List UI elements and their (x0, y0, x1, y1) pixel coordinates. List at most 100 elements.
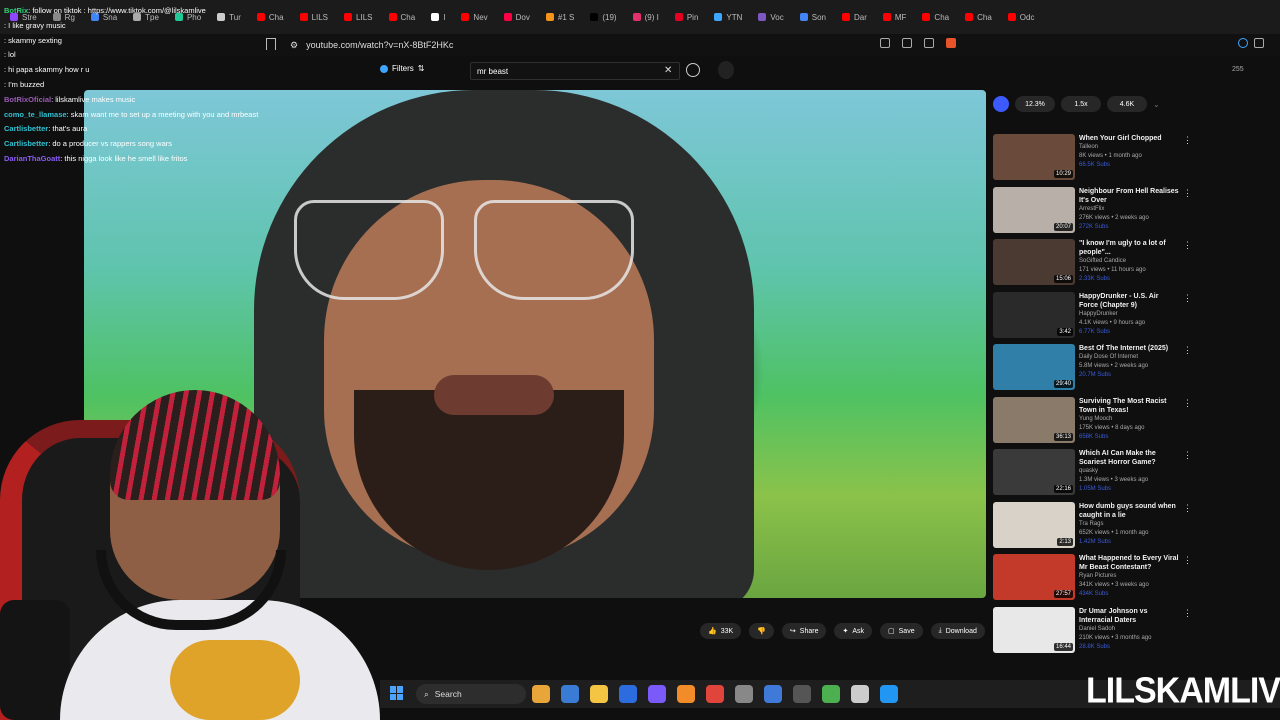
video-thumbnail[interactable]: 29:40 (993, 344, 1075, 390)
browser-tab[interactable]: Cha (916, 6, 955, 28)
video-list-item[interactable]: 16:44 Dr Umar Johnson vs Interracial Date… (993, 606, 1193, 660)
video-channel[interactable]: Tra Rags (1079, 520, 1179, 529)
video-menu-icon[interactable]: ⋮ (1183, 188, 1192, 199)
clear-search-icon[interactable]: ✕ (664, 65, 672, 76)
browser-tab[interactable]: Nev (455, 6, 493, 28)
notification-count[interactable]: 255 (1232, 66, 1244, 73)
video-menu-icon[interactable]: ⋮ (1183, 345, 1192, 356)
video-menu-icon[interactable]: ⋮ (1183, 293, 1192, 304)
filters-button[interactable]: Filters ⇅ (380, 64, 424, 73)
chat-username[interactable]: BotRixOficial (4, 95, 51, 104)
video-list-item[interactable]: 29:40 Best Of The Internet (2025) Daily Do… (993, 344, 1193, 397)
video-title[interactable]: What Happened to Every Viral Mr Beast Co… (1079, 554, 1179, 572)
extension-icon[interactable] (1238, 38, 1248, 48)
video-thumbnail[interactable]: 2:13 (993, 501, 1075, 548)
taskbar-search[interactable]: ⌕ Search (416, 684, 526, 704)
chat-username[interactable]: Cartlisbetter (4, 139, 48, 148)
video-thumbnail[interactable]: 20:07 (993, 186, 1075, 233)
video-title[interactable]: Best Of The Internet (2025) (1079, 344, 1179, 353)
video-thumbnail[interactable]: 16:44 (993, 606, 1075, 653)
browser-tab[interactable]: Dov (498, 6, 536, 28)
browser-tab[interactable]: Voc (752, 6, 789, 28)
video-thumbnail[interactable]: 27:57 (993, 554, 1075, 600)
video-list-item[interactable]: 3:42 HappyDrunker - U.S. Air Force (Chapt… (993, 291, 1193, 345)
taskbar-app-icon[interactable] (532, 685, 550, 703)
video-thumbnail[interactable]: 10:29 (993, 134, 1075, 180)
browser-tab[interactable]: (9) I (627, 6, 665, 28)
video-menu-icon[interactable]: ⋮ (1183, 555, 1192, 566)
video-channel[interactable]: ArrestFlix (1079, 205, 1179, 214)
extension-icon[interactable] (1254, 38, 1264, 48)
video-thumbnail[interactable]: 3:42 (993, 291, 1075, 338)
video-channel[interactable]: Yung Mooch (1079, 415, 1179, 424)
taskbar-app-icon[interactable] (735, 685, 753, 703)
download-button[interactable]: ⤓ Download (930, 623, 985, 639)
video-channel[interactable]: Talleon (1079, 143, 1179, 152)
video-thumbnail[interactable]: 36:13 (993, 396, 1075, 443)
address-bar[interactable]: ⚙ youtube.com/watch?v=nX-8BtF2HKc (290, 37, 453, 53)
video-menu-icon[interactable]: ⋮ (1183, 135, 1192, 146)
video-channel[interactable]: quasky (1079, 467, 1179, 476)
chevron-down-icon[interactable]: ⌄ (1153, 100, 1160, 109)
brave-shield-icon[interactable] (946, 38, 956, 48)
video-menu-icon[interactable]: ⋮ (1183, 450, 1192, 461)
video-title[interactable]: Dr Umar Johnson vs Interracial Daters (1079, 607, 1179, 625)
microphone-icon[interactable] (718, 61, 734, 79)
taskbar-app-icon[interactable] (677, 685, 695, 703)
browser-tab[interactable]: Cha (959, 6, 998, 28)
browser-tab[interactable]: I (425, 6, 451, 28)
video-menu-icon[interactable]: ⋮ (1183, 398, 1192, 409)
video-list-item[interactable]: 27:57 What Happened to Every Viral Mr Bea… (993, 554, 1193, 607)
video-thumbnail[interactable]: 15:06 (993, 239, 1075, 285)
taskbar-app-icon[interactable] (619, 685, 637, 703)
video-menu-icon[interactable]: ⋮ (1183, 240, 1192, 251)
chip[interactable]: 4.6K (1107, 96, 1147, 112)
chat-username[interactable]: Cartlisbetter (4, 124, 48, 133)
search-icon[interactable] (686, 63, 700, 77)
video-title[interactable]: How dumb guys sound when caught in a lie (1079, 502, 1179, 520)
video-title[interactable]: Surviving The Most Racist Town in Texas! (1079, 397, 1179, 415)
chip[interactable]: 1.5x (1061, 96, 1101, 112)
browser-tab[interactable]: LILS (338, 6, 378, 28)
video-channel[interactable]: Daily Dose Of Internet (1079, 353, 1179, 362)
video-title[interactable]: When Your Girl Chopped (1079, 134, 1179, 143)
ask-button[interactable]: ✦ Ask (834, 623, 873, 639)
extension-logo-icon[interactable] (993, 96, 1009, 112)
browser-tab[interactable]: YTN (708, 6, 748, 28)
video-channel[interactable]: SoGifted Candice (1079, 257, 1179, 266)
taskbar-app-icon[interactable] (706, 685, 724, 703)
taskbar-app-icon[interactable] (648, 685, 666, 703)
chat-username[interactable]: BotRix (4, 6, 28, 15)
video-list-item[interactable]: 36:13 Surviving The Most Racist Town in T… (993, 396, 1193, 450)
taskbar-app-icon[interactable] (822, 685, 840, 703)
video-list-item[interactable]: 22:16 Which AI Can Make the Scariest Horr… (993, 449, 1193, 502)
video-list-item[interactable]: 15:06 "I know I'm ugly to a lot of people… (993, 239, 1193, 292)
chip[interactable]: 12.3% (1015, 96, 1055, 112)
chat-username[interactable]: DarianThaGoatt (4, 154, 60, 163)
video-list-item[interactable]: 10:29 When Your Girl Chopped Talleon 8K vie… (993, 134, 1193, 187)
video-thumbnail[interactable]: 22:16 (993, 449, 1075, 495)
taskbar-app-icon[interactable] (851, 685, 869, 703)
like-button[interactable]: 👍 33K (700, 623, 742, 639)
chat-username[interactable]: como_te_llamase (4, 110, 67, 119)
zoom-icon[interactable] (902, 38, 912, 48)
browser-tab[interactable]: #1 S (540, 6, 580, 28)
browser-tab[interactable]: Odc (1002, 6, 1041, 28)
video-channel[interactable]: Daniel Sadoh (1079, 625, 1179, 634)
video-menu-icon[interactable]: ⋮ (1183, 503, 1192, 514)
search-input[interactable]: mr beast (470, 62, 680, 80)
video-title[interactable]: Which AI Can Make the Scariest Horror Ga… (1079, 449, 1179, 467)
video-list-item[interactable]: 2:13 How dumb guys sound when caught in a… (993, 501, 1193, 555)
taskbar-app-icon[interactable] (793, 685, 811, 703)
browser-tab[interactable]: Dar (836, 6, 873, 28)
browser-tab[interactable]: Cha (383, 6, 422, 28)
windows-start-icon[interactable] (390, 686, 404, 700)
video-menu-icon[interactable]: ⋮ (1183, 608, 1192, 619)
video-channel[interactable]: HappyDrunker (1079, 310, 1179, 319)
browser-tab[interactable]: LILS (294, 6, 334, 28)
video-title[interactable]: Neighbour From Hell Realises It's Over (1079, 187, 1179, 205)
taskbar-app-icon[interactable] (590, 685, 608, 703)
browser-tab[interactable]: (19) (584, 6, 622, 28)
video-title[interactable]: HappyDrunker - U.S. Air Force (Chapter 9… (1079, 292, 1179, 310)
browser-tab[interactable]: MF (877, 6, 913, 28)
